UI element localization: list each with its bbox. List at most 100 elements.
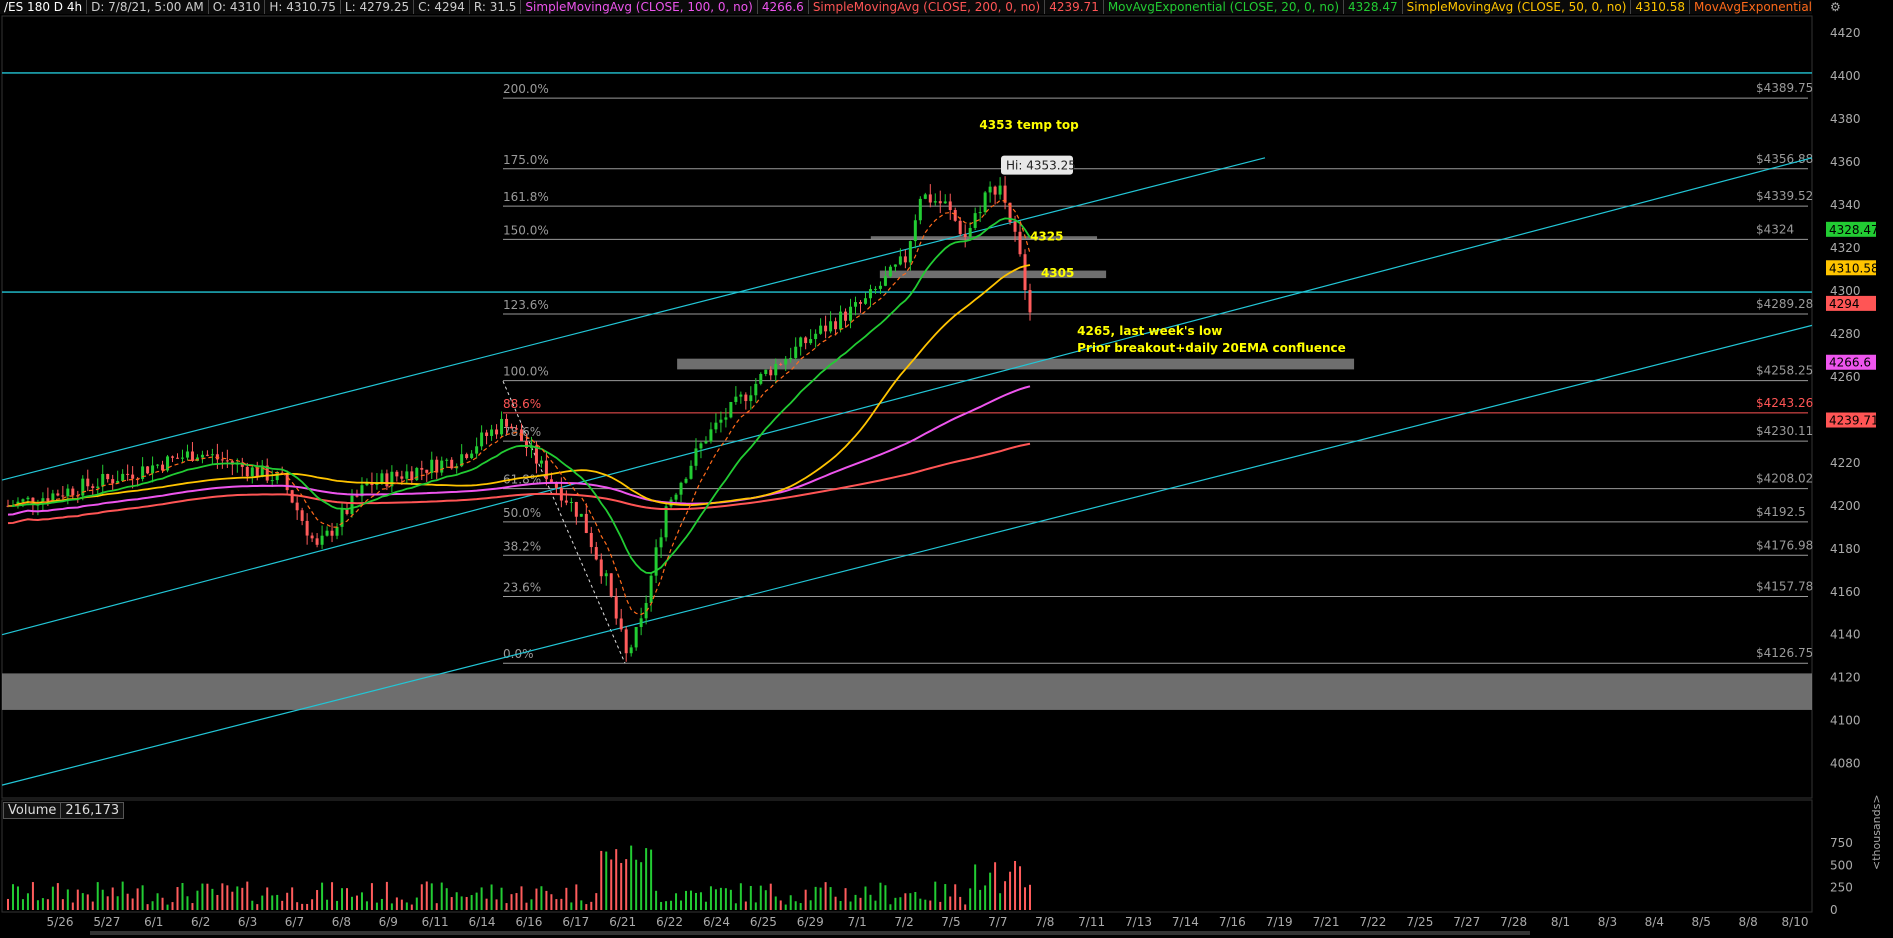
candle-body — [659, 537, 663, 548]
candle-body — [684, 478, 688, 483]
volume-bar — [141, 885, 144, 910]
fib-price-label: $4258.25 — [1756, 364, 1813, 378]
volume-bar — [844, 888, 847, 910]
volume-bar — [86, 894, 89, 910]
volume-bar — [904, 893, 907, 910]
volume-bar — [525, 902, 528, 910]
volume-bar — [430, 883, 433, 910]
candle-body — [176, 457, 180, 459]
candle-body — [873, 288, 877, 290]
volume-bar — [754, 902, 757, 910]
volume-bar — [495, 899, 498, 910]
volume-bar — [36, 900, 39, 910]
volume-bar — [849, 901, 852, 910]
volume-bar — [1024, 887, 1027, 910]
candle-body — [863, 298, 867, 304]
price-tick-label: 4400 — [1830, 69, 1861, 83]
date-tick-label: 7/7 — [988, 915, 1007, 929]
candle-body — [544, 460, 548, 480]
candle-body — [854, 302, 858, 307]
volume-bar — [839, 901, 842, 910]
candle-body — [220, 459, 224, 461]
chart-annotation: 4305 — [1041, 266, 1074, 280]
candle-body — [809, 339, 813, 344]
candle-body — [166, 456, 170, 471]
candle-body — [564, 500, 568, 503]
volume-bar — [869, 894, 872, 910]
date-tick-label: 8/3 — [1598, 915, 1617, 929]
volume-bar — [26, 893, 29, 910]
volume-bar — [216, 894, 219, 910]
candle-body — [400, 476, 404, 479]
volume-bar — [480, 887, 483, 910]
date-tick-label: 6/29 — [797, 915, 824, 929]
volume-bar — [206, 883, 209, 910]
volume-bar — [709, 886, 712, 910]
volume-bar — [685, 890, 688, 910]
fib-pct-label: 175.0% — [503, 153, 549, 167]
candle-body — [619, 618, 623, 630]
volume-unit: <thousands> — [1870, 794, 1883, 870]
candle-body — [988, 186, 992, 193]
candle-body — [624, 629, 628, 654]
candle-body — [470, 453, 474, 459]
volume-bar — [550, 894, 553, 910]
volume-bar — [146, 904, 149, 910]
candle-body — [335, 526, 339, 536]
candle-body — [744, 394, 748, 402]
date-tick-label: 7/19 — [1266, 915, 1293, 929]
volume-bar — [595, 893, 598, 910]
candle-body — [804, 337, 808, 344]
price-chart[interactable]: 200.0% $4389.75 175.0% $4356.88 161.8% $4339.… — [0, 0, 1893, 938]
price-tick-label: 4220 — [1830, 456, 1861, 470]
price-tick-label: 4380 — [1830, 112, 1861, 126]
volume-bar — [81, 893, 84, 910]
volume-bar — [984, 885, 987, 910]
date-tick-label: 6/17 — [562, 915, 589, 929]
price-tick-label: 4320 — [1830, 241, 1861, 255]
candle-body — [81, 478, 85, 496]
volume-bar — [211, 888, 214, 910]
volume-bar — [21, 899, 24, 910]
volume-bar — [585, 904, 588, 910]
date-tick-label: 6/2 — [191, 915, 210, 929]
candle-body — [485, 432, 489, 436]
volume-bar — [570, 902, 573, 910]
volume-bar — [465, 896, 468, 910]
candle-body — [579, 513, 583, 517]
candle-body — [505, 418, 509, 427]
volume-bar — [814, 886, 817, 910]
price-tick-label: 4340 — [1830, 198, 1861, 212]
price-tick-label: 4080 — [1830, 757, 1861, 771]
volume-bar — [694, 892, 697, 910]
candle-body — [310, 535, 314, 539]
volume-bar — [699, 892, 702, 910]
candle-body — [91, 486, 95, 488]
volume-bar — [96, 882, 99, 910]
date-tick-label: 7/1 — [848, 915, 867, 929]
candle-body — [290, 490, 294, 503]
volume-bar — [336, 900, 339, 910]
volume-tick-label: 750 — [1830, 836, 1853, 850]
candle-body — [380, 473, 384, 483]
volume-bar — [894, 897, 897, 910]
volume-bar — [625, 859, 628, 910]
volume-bar — [744, 901, 747, 910]
volume-bar — [296, 902, 299, 910]
fib-price-label: $4356.88 — [1756, 152, 1813, 166]
candle-body — [131, 474, 135, 479]
volume-bar — [704, 901, 707, 910]
fib-price-label: $4339.52 — [1756, 189, 1813, 203]
candle-body — [649, 575, 653, 604]
candle-body — [111, 479, 115, 484]
volume-bar — [605, 851, 608, 910]
candle-body — [56, 493, 60, 496]
fib-price-label: $4389.75 — [1756, 81, 1813, 95]
candle-body — [814, 333, 818, 340]
candle-body — [918, 198, 922, 221]
volume-bar — [769, 883, 772, 910]
volume-bar — [101, 889, 104, 910]
date-tick-label: 7/28 — [1500, 915, 1527, 929]
candle-body — [171, 456, 175, 458]
volume-bar — [151, 901, 154, 910]
